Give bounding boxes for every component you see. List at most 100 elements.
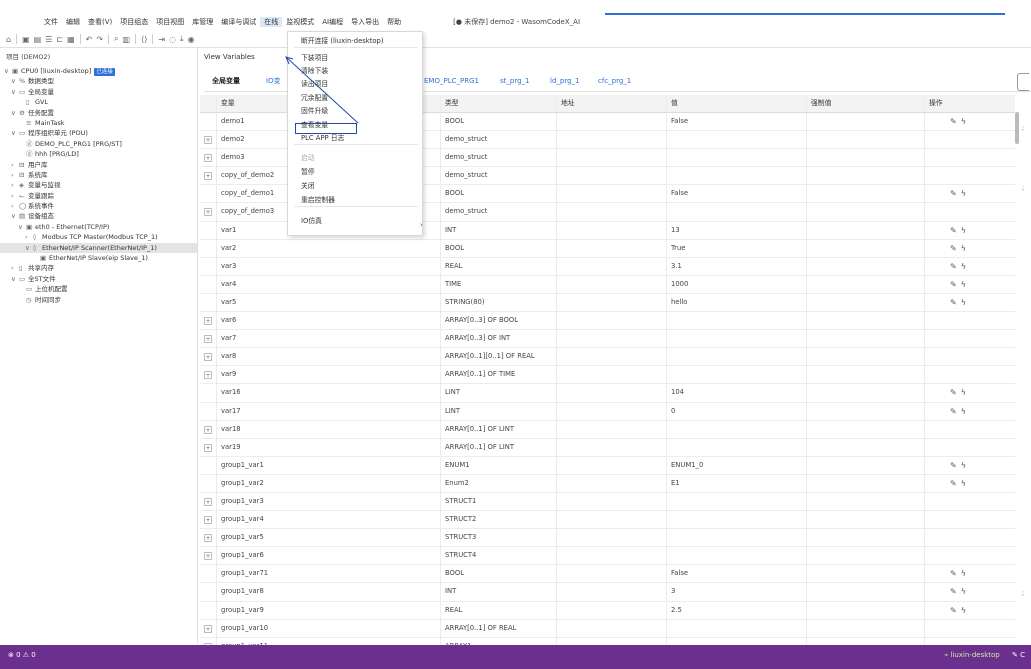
tab-io-vars[interactable]: IO变 xyxy=(266,70,281,92)
undo-icon[interactable]: ↶ xyxy=(86,35,93,44)
tree-node[interactable]: ◷ 时间同步 xyxy=(0,295,197,305)
chevron-right-icon[interactable]: › xyxy=(11,191,19,201)
step-icon[interactable]: ⇥ xyxy=(158,35,165,44)
force-icon[interactable]: ϟ xyxy=(961,226,966,235)
disk-icon[interactable]: ▦ xyxy=(67,35,75,44)
edit-icon[interactable]: ✎ xyxy=(950,587,957,596)
tab-demo-plc-prg1[interactable]: EMO_PLC_PRG1 xyxy=(424,70,479,92)
force-icon[interactable]: ϟ xyxy=(961,407,966,416)
chevron-down-icon[interactable]: ∨ xyxy=(11,87,19,97)
status-right-icon[interactable]: ✎ C xyxy=(1012,651,1025,659)
force-icon[interactable]: ϟ xyxy=(961,388,966,397)
table-row[interactable]: group1_var8 INT 3 ✎ ϟ xyxy=(200,583,1015,602)
expand-plus-icon[interactable]: + xyxy=(204,172,212,181)
table-row[interactable]: + var9 ARRAY[0..1] OF TIME xyxy=(200,366,1015,385)
table-row[interactable]: var5 STRING(80) hello ✎ ϟ xyxy=(200,293,1015,313)
view-icon[interactable]: ▥ xyxy=(123,35,131,44)
menu-option[interactable]: 冗余配置 xyxy=(301,92,328,102)
expand-plus-icon[interactable]: + xyxy=(204,425,212,434)
edit-icon[interactable]: ✎ xyxy=(950,298,957,307)
header-value[interactable]: 值 xyxy=(666,95,806,112)
table-row[interactable]: + group1_var6 STRUCT4 xyxy=(200,547,1015,566)
tree-node[interactable]: › ◈ 变量与监视 xyxy=(0,180,197,190)
menu-option[interactable]: 断开连接 (liuxin-desktop) xyxy=(301,35,384,45)
menu-item[interactable]: 在线 xyxy=(260,17,283,27)
problems-count[interactable]: ⊗ 0 ⚠ 0 xyxy=(8,651,36,659)
chevron-right-icon[interactable]: › xyxy=(11,180,19,190)
menu-item[interactable]: 编译与调试 xyxy=(217,17,260,27)
tree-node[interactable]: ▯ GVL xyxy=(0,97,197,107)
expand-plus-icon[interactable]: + xyxy=(204,552,212,561)
tree-node[interactable]: ∨ ◊ EtherNet/IP Scanner(EtherNet/IP_1) xyxy=(0,242,197,254)
edit-icon[interactable]: ✎ xyxy=(950,606,957,615)
force-icon[interactable]: ϟ xyxy=(961,479,966,488)
chevron-down-icon[interactable]: ∨ xyxy=(11,76,19,86)
force-icon[interactable]: ϟ xyxy=(961,280,966,289)
table-row[interactable]: + var8 ARRAY[0..1][0..1] OF REAL xyxy=(200,348,1015,367)
download-icon[interactable]: ⤓ xyxy=(180,34,184,44)
tree-node[interactable]: ⓓ DEMO_PLC_PRG1 [PRG/ST] xyxy=(0,139,197,149)
edit-icon[interactable]: ✎ xyxy=(950,226,957,235)
tree-node[interactable]: › ◯ 系统事件 xyxy=(0,201,197,211)
chevron-down-icon[interactable]: ∨ xyxy=(11,274,19,284)
expand-plus-icon[interactable]: + xyxy=(204,136,212,145)
menu-option[interactable]: IO仿真 xyxy=(301,215,322,225)
expand-plus-icon[interactable]: + xyxy=(204,154,212,163)
force-icon[interactable]: ϟ xyxy=(961,569,966,578)
table-row[interactable]: + group1_var3 STRUCT1 xyxy=(200,492,1015,512)
tree-node[interactable]: › ⌙ 变量跟踪 xyxy=(0,191,197,201)
breakpoint-icon[interactable]: ◌ xyxy=(169,35,176,44)
table-row[interactable]: + var6 ARRAY[0..3] OF BOOL xyxy=(200,312,1015,331)
open-folder-icon[interactable]: ⊏ xyxy=(56,35,63,44)
table-row[interactable]: group1_var9 REAL 2.5 ✎ ϟ xyxy=(200,601,1015,620)
menu-option[interactable]: 下装项目 xyxy=(301,52,328,62)
expand-plus-icon[interactable]: + xyxy=(204,443,212,452)
chevron-right-icon[interactable]: › xyxy=(11,160,19,170)
header-force-value[interactable]: 强制值 xyxy=(806,95,924,112)
force-icon[interactable]: ϟ xyxy=(961,606,966,615)
chevron-down-icon[interactable]: ∨ xyxy=(25,243,33,253)
menu-item[interactable]: AI编程 xyxy=(318,17,347,27)
menu-option[interactable]: 暂停 xyxy=(301,166,315,176)
expand-plus-icon[interactable]: + xyxy=(204,497,212,506)
table-row[interactable]: var17 LINT 0 ✎ ϟ xyxy=(200,402,1015,421)
menu-option[interactable]: 关闭 xyxy=(301,180,315,190)
edit-icon[interactable]: ✎ xyxy=(950,189,957,198)
table-row[interactable]: group1_var2 Enum2 E1 ✎ ϟ xyxy=(200,474,1015,493)
chevron-down-icon[interactable]: ∨ xyxy=(4,66,12,76)
table-row[interactable]: + group1_var10 ARRAY[0..1] OF REAL xyxy=(200,619,1015,638)
header-type[interactable]: 类型 xyxy=(440,95,556,112)
save-icon[interactable]: ▣ xyxy=(22,35,30,44)
edit-icon[interactable]: ✎ xyxy=(950,117,957,126)
table-row[interactable]: + group1_var5 STRUCT3 xyxy=(200,529,1015,548)
menu-item[interactable]: 项目组态 xyxy=(116,17,152,27)
force-icon[interactable]: ϟ xyxy=(961,244,966,253)
tree-node[interactable]: ∨ ▭ 全ST文件 xyxy=(0,274,197,284)
force-icon[interactable]: ϟ xyxy=(961,262,966,271)
chevron-down-icon[interactable]: ∨ xyxy=(11,108,19,118)
chevron-down-icon[interactable]: ∨ xyxy=(11,128,19,138)
expand-plus-icon[interactable]: + xyxy=(204,516,212,525)
force-icon[interactable]: ϟ xyxy=(961,461,966,470)
table-row[interactable]: + group1_var4 STRUCT2 xyxy=(200,511,1015,530)
tree-node[interactable]: ⓓ hhh [PRG/LD] xyxy=(0,149,197,159)
edit-icon[interactable]: ✎ xyxy=(950,461,957,470)
tree-node[interactable]: ∨ ▭ 程序组织单元 (POU) xyxy=(0,128,197,138)
chevron-right-icon[interactable]: › xyxy=(11,170,19,180)
save-all-icon[interactable]: ▤ xyxy=(34,35,42,44)
list-icon[interactable]: ☰ xyxy=(45,35,52,44)
edit-icon[interactable]: ✎ xyxy=(950,569,957,578)
edit-icon[interactable]: ✎ xyxy=(950,407,957,416)
menu-item[interactable]: 文件 xyxy=(40,17,62,27)
code-icon[interactable]: ⟨⟩ xyxy=(141,35,147,44)
menu-item[interactable]: 查看(V) xyxy=(84,17,116,27)
expand-plus-icon[interactable]: + xyxy=(204,208,212,217)
tree-node[interactable]: › ▯ 共享内存 xyxy=(0,263,197,273)
menu-item[interactable]: 监视模式 xyxy=(282,17,318,27)
table-row[interactable]: var4 TIME 1000 ✎ ϟ xyxy=(200,275,1015,294)
tree-node[interactable]: ∨% 数据类型 xyxy=(0,76,197,86)
table-row[interactable]: group1_var1 ENUM1 ENUM1_0 ✎ ϟ xyxy=(200,456,1015,475)
tab-cfc-prg-1[interactable]: cfc_prg_1 xyxy=(598,70,631,92)
expand-plus-icon[interactable]: + xyxy=(204,534,212,543)
expand-plus-icon[interactable]: + xyxy=(204,624,212,633)
